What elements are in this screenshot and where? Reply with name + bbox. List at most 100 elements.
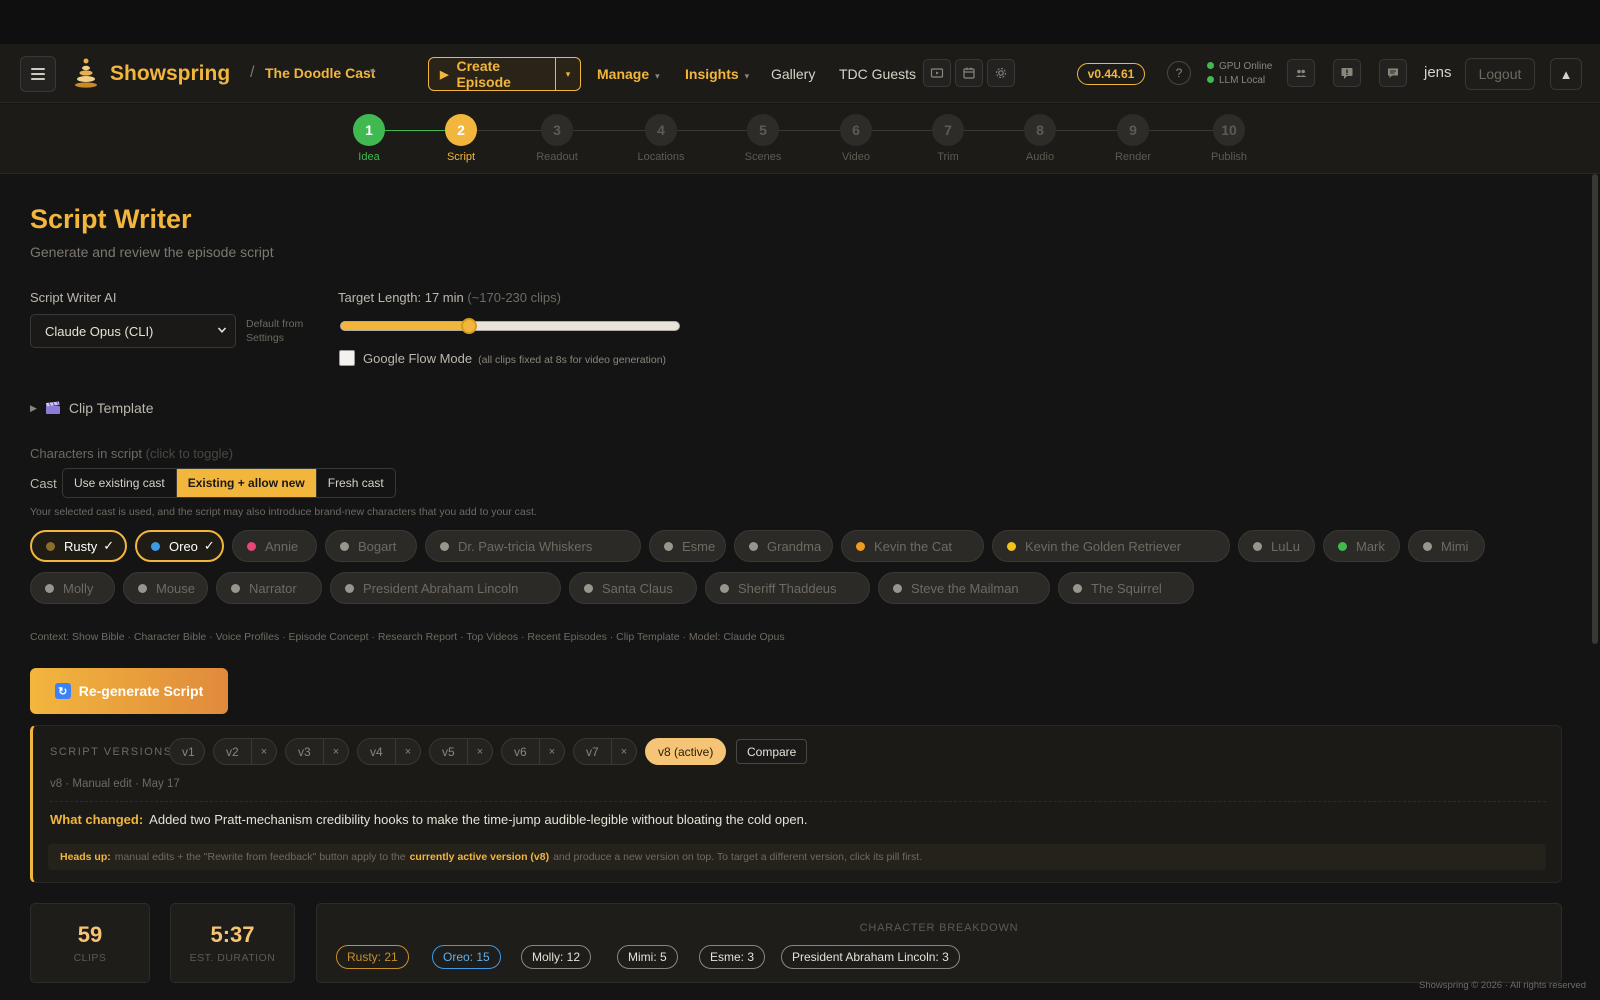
version-pill[interactable]: v3 × (285, 738, 349, 765)
step-publish[interactable]: 10 Publish (1189, 114, 1269, 163)
cast-option-existing-allow-new[interactable]: Existing + allow new (176, 469, 317, 497)
character-chip[interactable]: Bogart (325, 530, 417, 562)
cast-option-fresh[interactable]: Fresh cast (317, 469, 395, 497)
close-icon[interactable]: × (610, 739, 636, 764)
step-label: Readout (536, 151, 578, 163)
logout-button[interactable]: Logout (1465, 58, 1535, 90)
nav-guests[interactable]: TDC Guests (839, 66, 916, 82)
character-chip[interactable]: Kevin the Golden Retriever (992, 530, 1230, 562)
close-icon[interactable]: × (250, 739, 276, 764)
nav-manage[interactable]: Manage ▾ (597, 66, 660, 82)
character-name: Molly (63, 580, 94, 596)
step-number: 3 (541, 114, 573, 146)
script-writer-ai-select[interactable]: Claude Opus (CLI) (30, 314, 236, 348)
character-chip[interactable]: Dr. Paw-tricia Whiskers (425, 530, 641, 562)
step-audio[interactable]: 8 Audio (1000, 114, 1080, 163)
ai-select-value: Claude Opus (CLI) (45, 323, 154, 339)
google-flow-checkbox[interactable] (339, 350, 355, 366)
version-pill[interactable]: v4 × (357, 738, 421, 765)
version-pill[interactable]: v7 × (573, 738, 637, 765)
scroll-top-icon[interactable]: ▲ (1550, 58, 1582, 90)
character-count-badge: Mimi: 5 (617, 945, 678, 969)
character-chip[interactable]: Mouse (123, 572, 208, 604)
character-chip[interactable]: Kevin the Cat (841, 530, 984, 562)
version-pill-active[interactable]: v8 (active) (645, 738, 727, 765)
version-pill[interactable]: v6 × (501, 738, 565, 765)
show-selector[interactable]: The Doodle Cast (265, 65, 375, 81)
close-icon[interactable]: × (322, 739, 348, 764)
script-versions-panel: SCRIPT VERSIONS v1 v2 × v3 × v4 × v5 × v6 × v7 × v8 (… (30, 725, 1562, 883)
character-breakdown: CHARACTER BREAKDOWN Rusty: 21 Oreo: 15 Mol… (316, 903, 1562, 983)
video-icon[interactable] (923, 59, 951, 87)
character-name: Grandma (767, 538, 822, 554)
character-chip[interactable]: Mark (1323, 530, 1400, 562)
slider-thumb[interactable] (461, 318, 478, 334)
slider-fill (341, 322, 471, 330)
calendar-icon[interactable] (955, 59, 983, 87)
version-label: v3 (298, 744, 311, 759)
character-chip[interactable]: Grandma (734, 530, 833, 562)
nav-gallery[interactable]: Gallery (771, 66, 815, 82)
scrollbar[interactable] (1592, 174, 1598, 644)
character-chip[interactable]: Steve the Mailman (878, 572, 1050, 604)
character-chip[interactable]: Molly (30, 572, 115, 604)
feedback-icon[interactable] (1333, 59, 1361, 87)
brand-name[interactable]: Showspring (110, 62, 230, 86)
step-trim[interactable]: 7 Trim (908, 114, 988, 163)
character-count-badge: Esme: 3 (699, 945, 766, 969)
help-icon[interactable]: ? (1167, 61, 1191, 85)
version-pill[interactable]: v5 × (429, 738, 493, 765)
step-idea[interactable]: 1 Idea (329, 114, 409, 163)
users-icon[interactable] (1287, 59, 1315, 87)
character-name: Bogart (358, 538, 397, 554)
compare-button[interactable]: Compare (736, 739, 808, 764)
version-pill[interactable]: v2 × (213, 738, 277, 765)
close-icon[interactable]: × (394, 739, 420, 764)
target-length-slider[interactable] (340, 321, 680, 331)
llm-status: LLM Local (1207, 74, 1272, 88)
character-chip[interactable]: President Abraham Lincoln (330, 572, 561, 604)
system-status: GPU Online LLM Local (1207, 60, 1272, 88)
character-chip[interactable]: Esme (649, 530, 726, 562)
gpu-status: GPU Online (1207, 60, 1272, 74)
username[interactable]: jens (1424, 64, 1452, 81)
character-chip[interactable]: Santa Claus (569, 572, 697, 604)
version-pill[interactable]: v1 (169, 738, 205, 765)
step-number: 5 (747, 114, 779, 146)
close-icon[interactable]: × (538, 739, 564, 764)
menu-icon[interactable] (20, 56, 56, 92)
regenerate-script-button[interactable]: ↻ Re-generate Script (30, 668, 228, 714)
character-chip[interactable]: Oreo ✓ (135, 530, 224, 562)
chevron-down-icon[interactable]: ▾ (370, 66, 375, 77)
character-name: Annie (265, 538, 299, 554)
close-icon[interactable]: × (466, 739, 492, 764)
character-color-dot (664, 541, 673, 551)
character-chip[interactable]: Annie (232, 530, 317, 562)
character-chip[interactable]: Sheriff Thaddeus (705, 572, 870, 604)
step-locations[interactable]: 4 Locations (621, 114, 701, 163)
create-episode-dropdown[interactable]: ▾ (556, 58, 580, 90)
character-chip[interactable]: LuLu (1238, 530, 1315, 562)
character-chip[interactable]: The Squirrel (1058, 572, 1194, 604)
nav-insights[interactable]: Insights ▾ (685, 66, 749, 82)
step-video[interactable]: 6 Video (816, 114, 896, 163)
step-script[interactable]: 2 Script (421, 114, 501, 163)
version-label: v7 (586, 744, 599, 759)
character-chip[interactable]: Narrator (216, 572, 322, 604)
character-color-dot (1007, 541, 1016, 551)
step-scenes[interactable]: 5 Scenes (723, 114, 803, 163)
step-render[interactable]: 9 Render (1093, 114, 1173, 163)
character-chip[interactable]: Mimi (1408, 530, 1485, 562)
chat-icon[interactable] (1379, 59, 1407, 87)
clip-template-toggle[interactable]: ▶ Clip Template (30, 400, 153, 416)
settings-icon[interactable] (987, 59, 1015, 87)
create-episode-button[interactable]: ▶ Create Episode (429, 58, 556, 90)
character-chip[interactable]: Rusty ✓ (30, 530, 127, 562)
character-color-dot (749, 541, 758, 551)
cast-option-existing[interactable]: Use existing cast (63, 469, 177, 497)
character-name: Santa Claus (602, 580, 673, 596)
character-name: Esme (682, 538, 716, 554)
step-readout[interactable]: 3 Readout (517, 114, 597, 163)
create-episode-label: Create Episode (456, 58, 511, 90)
context-sources: Context: Show Bible · Character Bible · … (30, 631, 785, 643)
